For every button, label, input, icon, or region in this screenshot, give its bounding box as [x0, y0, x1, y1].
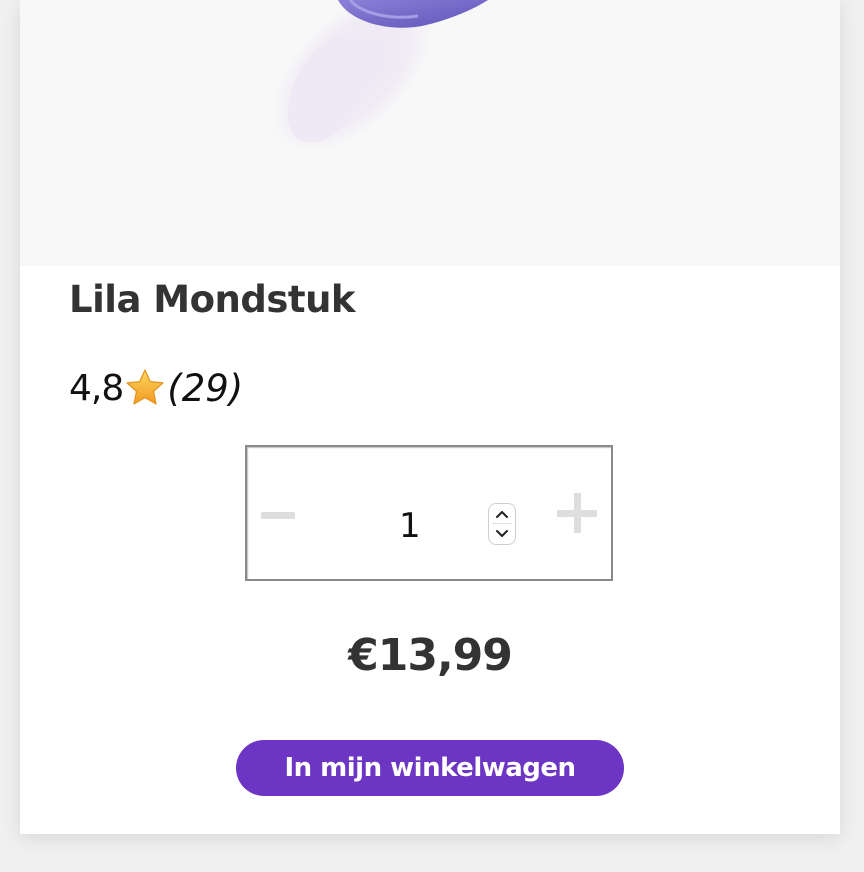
product-image-graphic — [270, 0, 488, 154]
chevron-up-icon[interactable] — [489, 504, 515, 524]
rating-count[interactable]: (29) — [167, 367, 243, 410]
quantity-input[interactable] — [397, 501, 421, 551]
product-price: €13,99 — [348, 630, 513, 681]
quantity-spinner — [488, 503, 516, 545]
product-card: Lila Mondstuk 4,8 (29) 1 €13,99 In mijn … — [20, 0, 840, 834]
add-to-cart-button[interactable]: In mijn winkelwagen — [236, 740, 624, 796]
chevron-down-icon[interactable] — [489, 524, 515, 544]
quantity-stepper — [245, 445, 613, 581]
minus-icon[interactable] — [259, 489, 297, 537]
product-image[interactable] — [20, 0, 840, 266]
rating-value: 4,8 — [69, 367, 124, 409]
product-title: Lila Mondstuk — [69, 278, 356, 321]
star-icon — [124, 367, 166, 409]
product-rating: 4,8 (29) — [69, 358, 243, 418]
plus-icon[interactable] — [555, 491, 599, 535]
